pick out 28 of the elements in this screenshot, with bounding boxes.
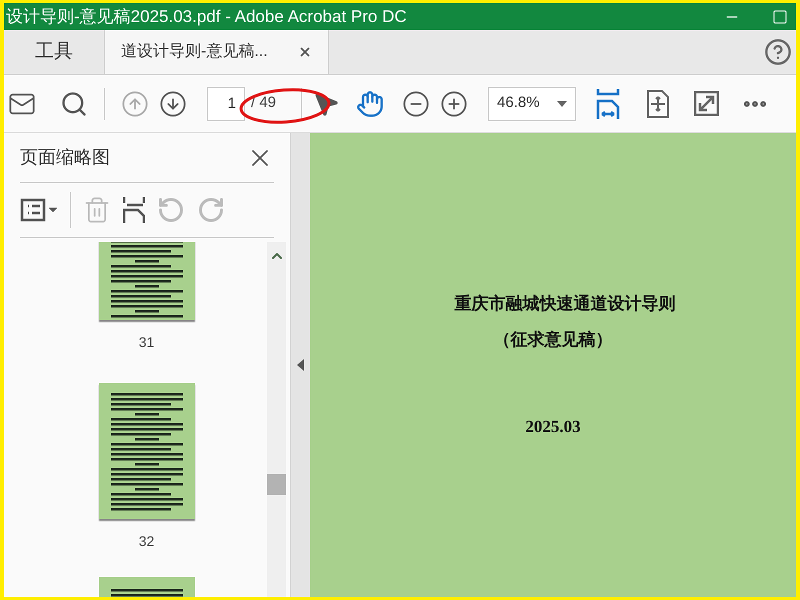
fit-width-icon[interactable]	[596, 88, 620, 120]
page-number: 31	[138, 333, 154, 352]
panel-title: 页面缩略图	[20, 146, 110, 169]
document-date: 2025.03	[525, 416, 581, 438]
document-tab[interactable]: 道设计导则-意见稿...	[104, 30, 329, 74]
close-tab-icon[interactable]	[298, 45, 312, 59]
scrollbar[interactable]	[267, 242, 286, 597]
full-screen-icon[interactable]	[694, 91, 720, 116]
insert-page-icon[interactable]	[123, 196, 145, 224]
next-page-icon[interactable]	[159, 90, 187, 118]
zoom-in-icon[interactable]	[440, 90, 468, 118]
dropdown-caret-icon	[557, 100, 568, 106]
page-thumbnail[interactable]	[98, 242, 194, 320]
zoom-dropdown[interactable]: 46.8%	[488, 86, 576, 120]
window-title: 设计导则-意见稿2025.03.pdf - Adobe Acrobat Pro DC	[5, 6, 407, 28]
scrollbar-thumb[interactable]	[267, 474, 286, 495]
document-title: 重庆市融城快速通道设计导则	[454, 293, 676, 315]
options-menu-icon[interactable]	[20, 198, 58, 222]
zoom-out-icon[interactable]	[402, 90, 430, 118]
page-move-icon[interactable]	[646, 90, 670, 118]
search-icon[interactable]	[60, 90, 88, 118]
document-subtitle: （征求意见稿）	[494, 328, 612, 350]
maximize-icon[interactable]	[772, 8, 788, 24]
page-number: 32	[138, 532, 154, 551]
page-number-input[interactable]: 1	[207, 86, 245, 120]
help-icon[interactable]	[764, 38, 792, 66]
page-thumbnail[interactable]	[98, 383, 194, 519]
hand-icon[interactable]	[356, 90, 384, 118]
